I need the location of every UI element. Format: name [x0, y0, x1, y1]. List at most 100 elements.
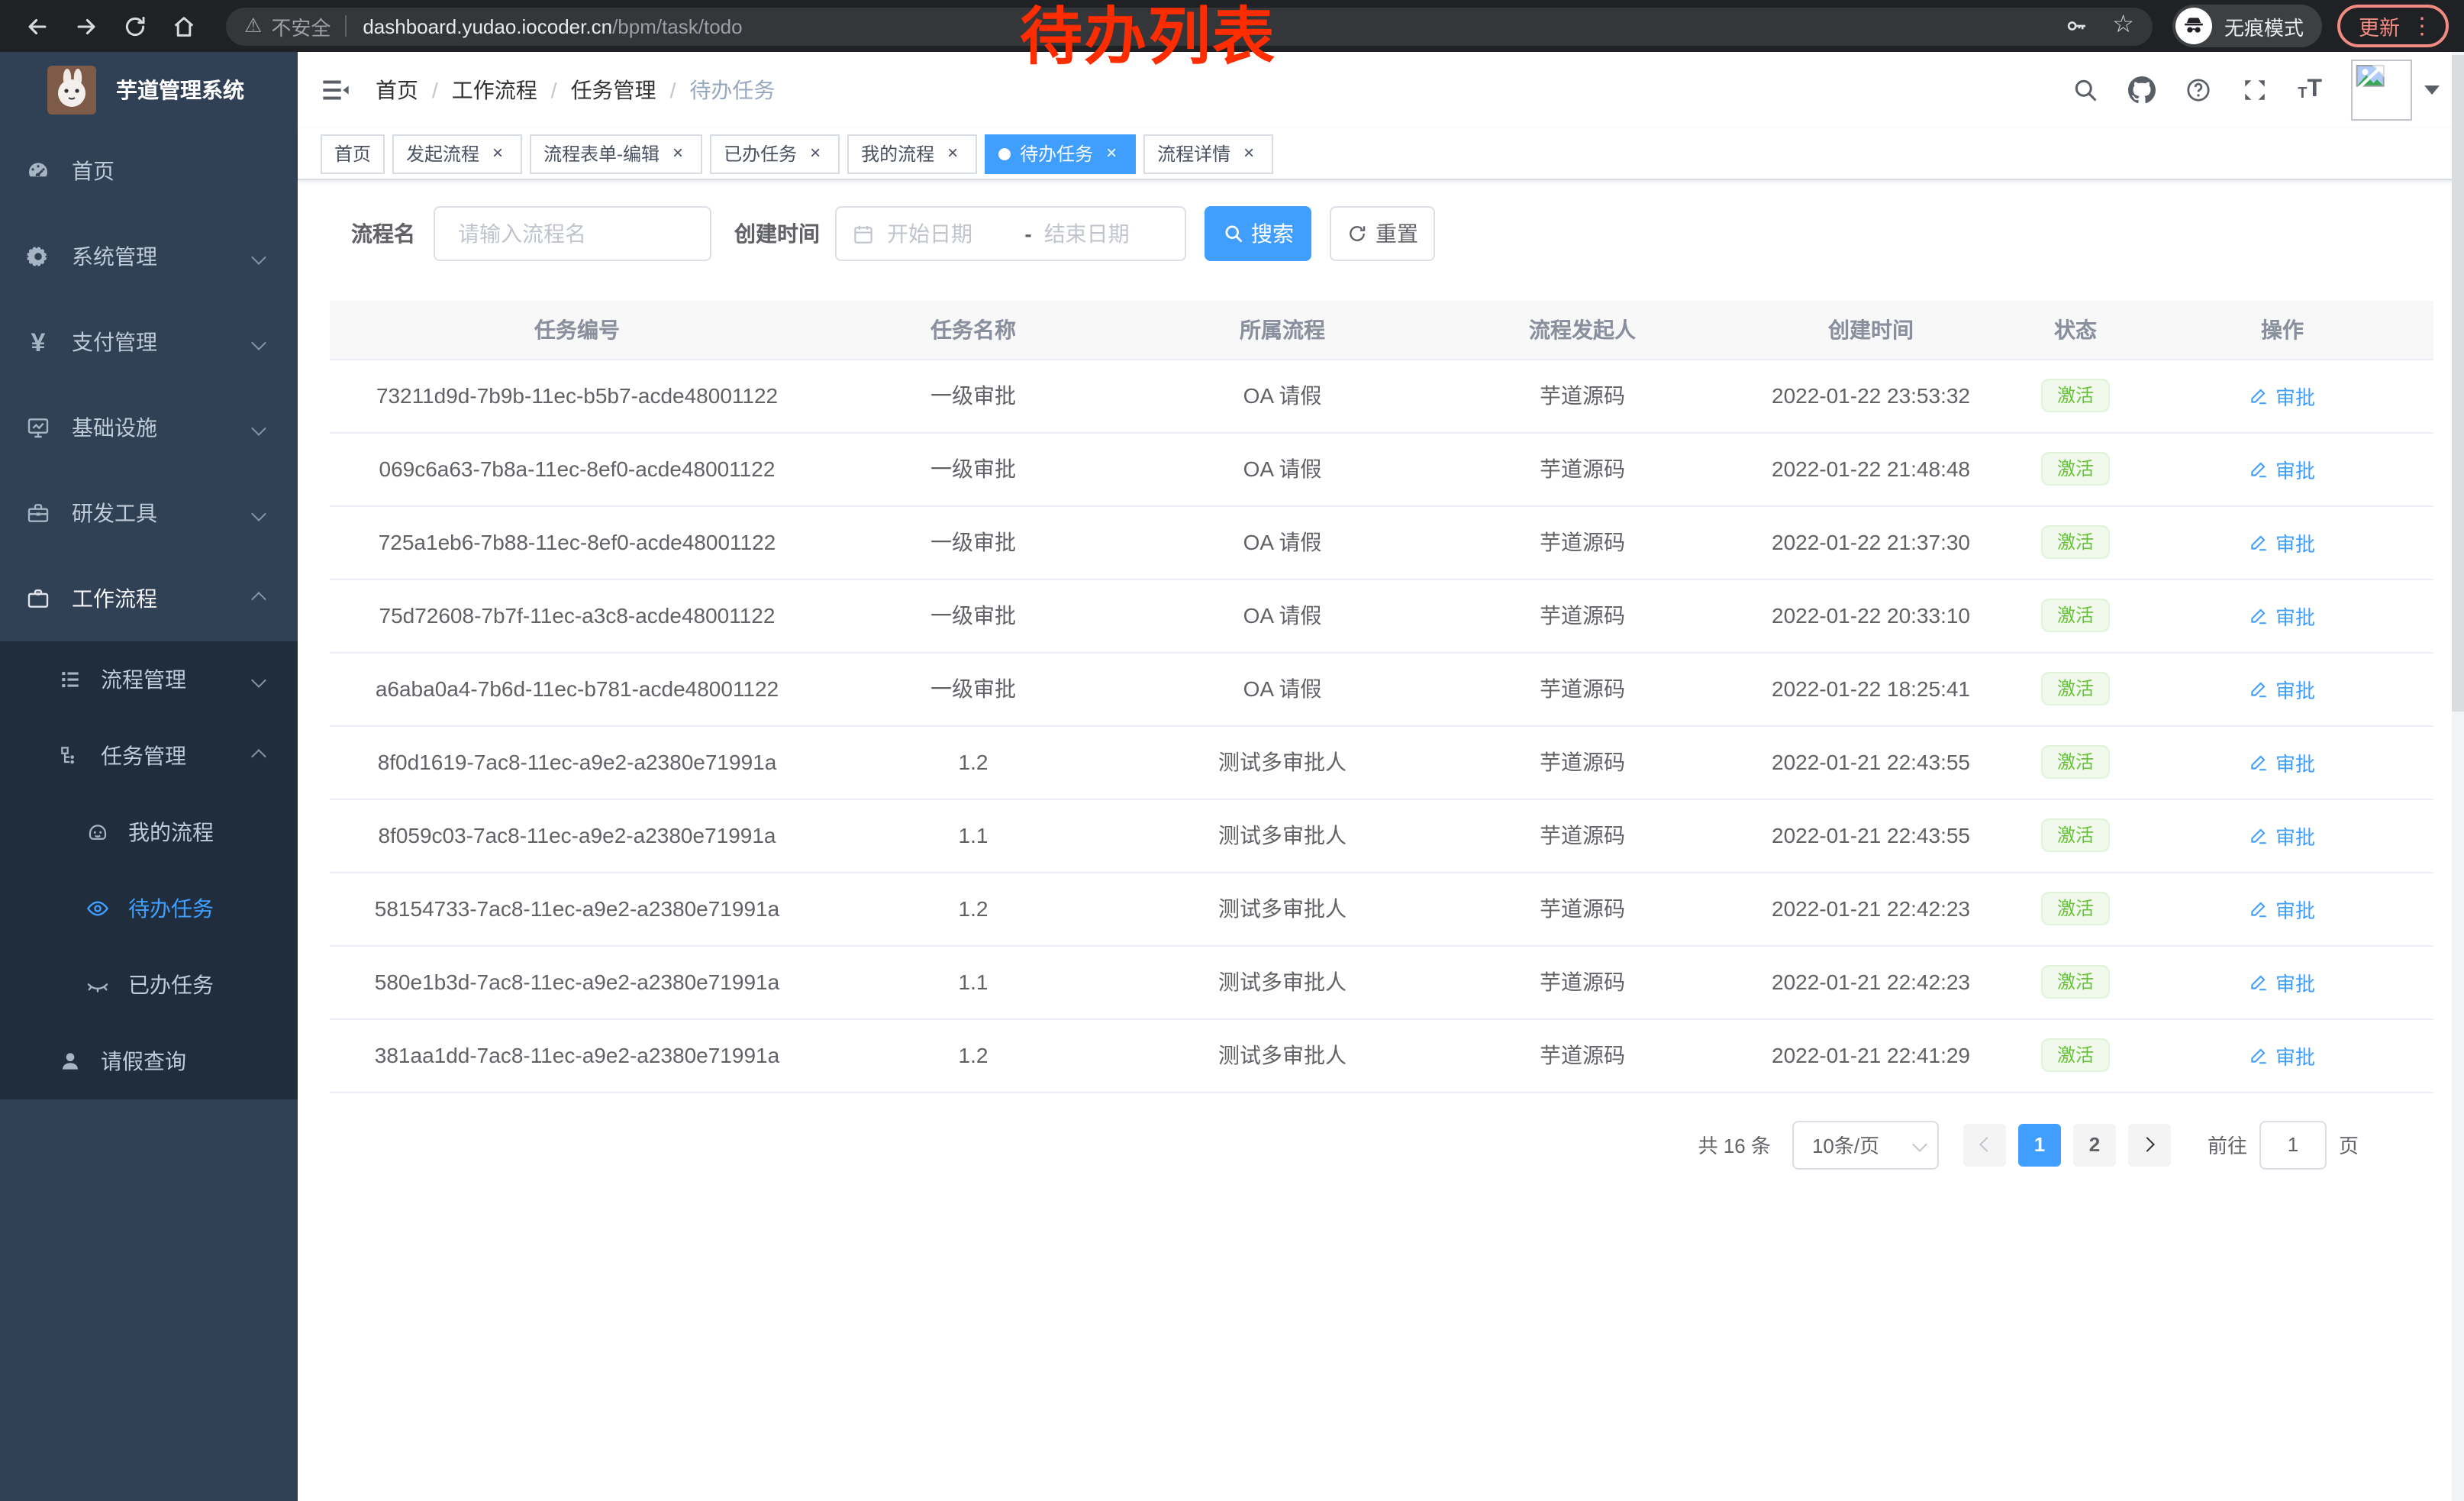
approve-link-label: 审批	[2275, 528, 2315, 557]
cell-status: 激活	[2020, 359, 2131, 432]
tab-home[interactable]: 首页	[321, 134, 385, 173]
scrollbar-thumb[interactable]	[2452, 55, 2464, 712]
approve-link[interactable]: 审批	[2250, 747, 2315, 776]
security-label[interactable]: 不安全	[271, 11, 331, 40]
goto-page-input[interactable]	[2259, 1120, 2327, 1169]
forward-icon[interactable]	[64, 5, 107, 47]
cell-task-id: 8f0d1619-7ac8-11ec-a9e2-a2380e71991a	[330, 725, 824, 799]
cell-status: 激活	[2020, 725, 2131, 799]
cell-create-time: 2022-01-21 22:42:23	[1722, 872, 2020, 945]
calendar-icon	[852, 222, 875, 245]
cell-create-time: 2022-01-22 21:48:48	[1722, 432, 2020, 505]
close-icon[interactable]	[805, 143, 826, 164]
page-button-1[interactable]: 1	[2018, 1123, 2061, 1166]
font-size-icon[interactable]: TT	[2298, 78, 2322, 102]
sidebar-item-system[interactable]: 系统管理	[0, 214, 298, 299]
filter-bar: 流程名 创建时间 开始日期 - 结束日期 搜索 重置	[330, 206, 2433, 261]
close-icon[interactable]	[1101, 143, 1122, 164]
cell-task-id: 58154733-7ac8-11ec-a9e2-a2380e71991a	[330, 872, 824, 945]
sidebar-item-payment[interactable]: ¥ 支付管理	[0, 299, 298, 385]
col-process: 所属流程	[1122, 301, 1443, 359]
status-badge: 激活	[2042, 525, 2109, 559]
kebab-menu-icon[interactable]: ⋮	[2411, 15, 2433, 37]
close-icon[interactable]	[667, 143, 689, 164]
tab-my-process[interactable]: 我的流程	[847, 134, 977, 173]
cell-process: 测试多审批人	[1122, 1018, 1443, 1092]
sidebar-item-label: 流程管理	[101, 664, 186, 695]
approve-link[interactable]: 审批	[2250, 894, 2315, 923]
page-size-select[interactable]: 10条/页	[1792, 1120, 1939, 1169]
sidebar-item-infra[interactable]: 基础设施	[0, 385, 298, 470]
home-icon[interactable]	[162, 5, 205, 47]
github-icon[interactable]	[2128, 76, 2156, 104]
approve-link[interactable]: 审批	[2250, 821, 2315, 850]
approve-link[interactable]: 审批	[2250, 528, 2315, 557]
approve-link[interactable]: 审批	[2250, 454, 2315, 483]
approve-link-label: 审批	[2275, 967, 2315, 996]
approve-link[interactable]: 审批	[2250, 674, 2315, 703]
close-icon[interactable]	[1238, 143, 1259, 164]
cell-task-name: 1.2	[824, 872, 1122, 945]
update-button[interactable]: 更新 ⋮	[2337, 5, 2449, 47]
cell-actions: 审批	[2131, 432, 2433, 505]
cell-actions: 审批	[2131, 359, 2433, 432]
caret-down-icon[interactable]	[2424, 86, 2440, 95]
fullscreen-icon[interactable]	[2241, 76, 2269, 104]
tab-start-process[interactable]: 发起流程	[392, 134, 522, 173]
sidebar-item-task-mgmt[interactable]: 任务管理	[0, 718, 298, 794]
approve-link[interactable]: 审批	[2250, 601, 2315, 630]
sidebar-item-my-process[interactable]: 我的流程	[0, 794, 298, 870]
cell-status: 激活	[2020, 1018, 2131, 1092]
tab-done-tasks[interactable]: 已办任务	[710, 134, 840, 173]
next-page-button[interactable]	[2128, 1123, 2171, 1166]
search-button[interactable]: 搜索	[1205, 206, 1311, 261]
tab-process-form-edit[interactable]: 流程表单-编辑	[530, 134, 702, 173]
close-icon[interactable]	[942, 143, 963, 164]
cell-actions: 审批	[2131, 945, 2433, 1018]
cell-task-id: 725a1eb6-7b88-11ec-8ef0-acde48001122	[330, 505, 824, 579]
col-task-id: 任务编号	[330, 301, 824, 359]
breadcrumb-task-mgmt[interactable]: 任务管理	[571, 75, 690, 105]
tab-todo-tasks[interactable]: 待办任务	[985, 134, 1136, 173]
reload-icon[interactable]	[113, 5, 156, 47]
cell-create-time: 2022-01-21 22:42:23	[1722, 945, 2020, 1018]
sidebar-item-workflow[interactable]: 工作流程	[0, 556, 298, 641]
chevron-down-icon	[251, 505, 266, 521]
approve-link-label: 审批	[2275, 381, 2315, 410]
tab-label: 流程详情	[1157, 140, 1230, 166]
approve-link[interactable]: 审批	[2250, 1041, 2315, 1070]
start-date-placeholder[interactable]: 开始日期	[887, 218, 1012, 249]
key-icon[interactable]	[2063, 14, 2088, 38]
back-icon[interactable]	[15, 5, 58, 47]
yen-icon: ¥	[26, 330, 50, 354]
approve-link[interactable]: 审批	[2250, 967, 2315, 996]
breadcrumb-workflow[interactable]: 工作流程	[452, 75, 571, 105]
close-icon[interactable]	[487, 143, 508, 164]
sidebar-item-todo-tasks[interactable]: 待办任务	[0, 870, 298, 947]
sidebar-item-devtools[interactable]: 研发工具	[0, 470, 298, 556]
sidebar-item-leave-query[interactable]: 请假查询	[0, 1023, 298, 1099]
process-name-input[interactable]	[434, 206, 711, 261]
window-scrollbar[interactable]	[2452, 52, 2464, 1501]
search-icon[interactable]	[2072, 76, 2099, 104]
avatar[interactable]	[2351, 60, 2412, 121]
sidebar-item-process-mgmt[interactable]: 流程管理	[0, 641, 298, 718]
hamburger-icon[interactable]	[321, 75, 351, 105]
star-icon[interactable]: ☆	[2112, 14, 2134, 38]
help-icon[interactable]	[2185, 76, 2212, 104]
date-range-picker[interactable]: 开始日期 - 结束日期	[835, 206, 1186, 261]
warning-icon: ⚠	[244, 14, 262, 38]
sidebar-item-done-tasks[interactable]: 已办任务	[0, 947, 298, 1023]
url-divider	[344, 15, 346, 37]
breadcrumb-home[interactable]: 首页	[376, 75, 452, 105]
prev-page-button[interactable]	[1963, 1123, 2006, 1166]
page-button-2[interactable]: 2	[2073, 1123, 2116, 1166]
approve-link[interactable]: 审批	[2250, 381, 2315, 410]
tab-process-detail[interactable]: 流程详情	[1143, 134, 1273, 173]
sidebar-item-home[interactable]: 首页	[0, 128, 298, 214]
reset-button[interactable]: 重置	[1330, 206, 1435, 261]
cell-task-name: 一级审批	[824, 579, 1122, 652]
end-date-placeholder[interactable]: 结束日期	[1044, 218, 1169, 249]
breadcrumb-current: 待办任务	[689, 75, 775, 105]
goto-page: 前往 页	[2208, 1120, 2359, 1169]
